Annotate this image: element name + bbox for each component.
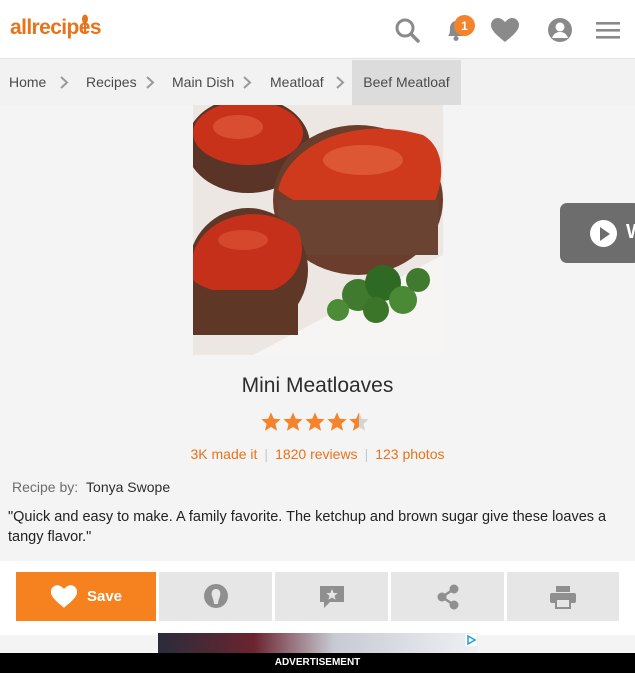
chevron-right-icon bbox=[60, 76, 69, 89]
watch-video-button[interactable]: W bbox=[560, 203, 635, 263]
breadcrumb-main-dish[interactable]: Main Dish bbox=[172, 60, 234, 105]
chevron-right-icon bbox=[243, 76, 252, 89]
recipe-by-label: Recipe by: bbox=[12, 479, 79, 495]
chevron-right-icon bbox=[336, 76, 345, 89]
search-icon[interactable] bbox=[390, 13, 424, 47]
save-label: Save bbox=[86, 588, 123, 605]
favorites-heart-icon[interactable] bbox=[488, 13, 522, 47]
recipe-byline: Recipe by: Tonya Swope bbox=[12, 479, 170, 495]
video-label: W bbox=[626, 221, 635, 244]
star-full-icon bbox=[305, 412, 325, 431]
breadcrumb-meatloaf[interactable]: Meatloaf bbox=[270, 60, 324, 105]
review-button[interactable] bbox=[275, 572, 388, 621]
made-it-button[interactable] bbox=[159, 572, 272, 621]
save-button[interactable]: Save bbox=[16, 572, 156, 621]
recipe-stats: 3K made it | 1820 reviews | 123 photos bbox=[190, 446, 445, 462]
ad-banner[interactable] bbox=[158, 633, 478, 655]
breadcrumb-recipes[interactable]: Recipes bbox=[86, 60, 137, 105]
advertisement-label: ADVERTISEMENT bbox=[0, 653, 635, 673]
chef-hat-icon bbox=[203, 583, 228, 608]
reviews-link[interactable]: 1820 reviews bbox=[275, 446, 358, 462]
star-half-icon bbox=[349, 412, 369, 431]
breadcrumb-home[interactable]: Home bbox=[9, 60, 46, 105]
recipe-photo[interactable] bbox=[193, 105, 443, 355]
adchoices-icon[interactable] bbox=[465, 634, 477, 646]
recipe-description: "Quick and easy to make. A family favori… bbox=[8, 509, 607, 545]
chevron-right-icon bbox=[146, 76, 155, 89]
star-full-icon bbox=[261, 412, 281, 431]
review-star-bubble-icon bbox=[319, 585, 344, 608]
rating-stars[interactable] bbox=[260, 411, 370, 433]
breadcrumb: Home Recipes Main Dish Meatloaf Beef Mea… bbox=[0, 60, 635, 105]
notification-badge: 1 bbox=[454, 15, 475, 36]
made-it-link[interactable]: 3K made it bbox=[190, 446, 257, 462]
author-link[interactable]: Tonya Swope bbox=[86, 479, 170, 495]
star-full-icon bbox=[283, 412, 303, 431]
logo-spoon-icon bbox=[82, 14, 88, 33]
top-bar: allrecipes 1 bbox=[0, 0, 635, 59]
print-icon bbox=[550, 585, 576, 609]
menu-hamburger-icon[interactable] bbox=[591, 13, 625, 47]
photos-link[interactable]: 123 photos bbox=[375, 446, 444, 462]
breadcrumb-beef-meatloaf[interactable]: Beef Meatloaf bbox=[352, 60, 461, 105]
profile-avatar-icon[interactable] bbox=[543, 13, 577, 47]
share-button[interactable] bbox=[391, 572, 504, 621]
heart-icon bbox=[50, 585, 78, 608]
page-bottom bbox=[0, 673, 635, 683]
star-full-icon bbox=[327, 412, 347, 431]
share-icon bbox=[437, 584, 458, 609]
recipe-title: Mini Meatloaves bbox=[241, 374, 394, 397]
print-button[interactable] bbox=[507, 572, 619, 621]
